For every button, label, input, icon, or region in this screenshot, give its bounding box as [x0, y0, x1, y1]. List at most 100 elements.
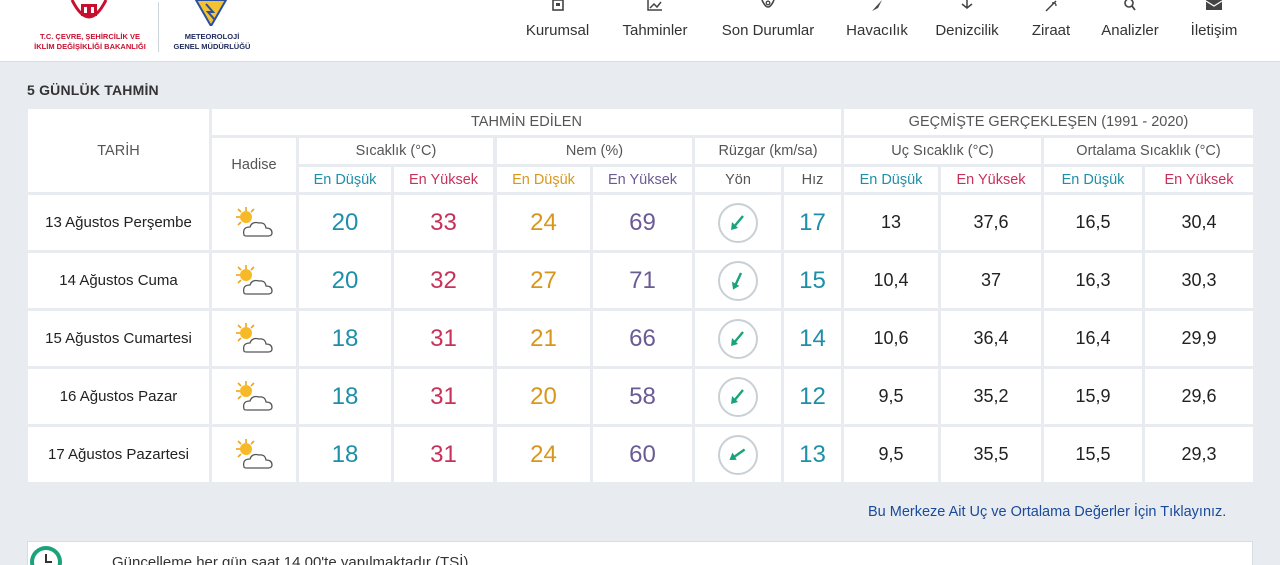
row-extreme-low: 9,5 — [844, 369, 938, 424]
logo-divider — [158, 2, 159, 52]
header-wind-direction: Yön — [695, 167, 781, 192]
row-temp-low: 20 — [299, 195, 391, 250]
row-wind-speed: 12 — [784, 369, 841, 424]
row-humidity-high: 66 — [593, 311, 692, 366]
wind-direction-icon — [718, 202, 758, 243]
forecast-title: 5 GÜNLÜK TAHMİN — [27, 82, 159, 98]
extremes-averages-link[interactable]: Bu Merkeze Ait Uç ve Ortalama Değerler İ… — [868, 504, 1226, 520]
row-avg-low: 15,5 — [1044, 427, 1142, 482]
row-date: 15 Ağustos Cumartesi — [28, 311, 209, 366]
nav-denizcilik[interactable]: Denizcilik — [933, 0, 1001, 60]
row-avg-low: 16,3 — [1044, 253, 1142, 308]
row-avg-low: 16,5 — [1044, 195, 1142, 250]
header-temp-high: En Yüksek — [394, 167, 493, 192]
nav-label: Kurumsal — [525, 22, 590, 39]
nav-label: İletişim — [1190, 22, 1238, 39]
header-avg-low: En Düşük — [1044, 167, 1142, 192]
row-extreme-low: 9,5 — [844, 427, 938, 482]
plane-icon — [872, 0, 882, 11]
nav-son-durumlar[interactable]: Son Durumlar — [716, 0, 820, 60]
ministry-emblem-icon — [70, 0, 108, 19]
nav-tahminler[interactable]: Tahminler — [615, 0, 695, 60]
partly-cloudy-icon — [236, 264, 273, 295]
wind-direction-icon — [718, 434, 758, 475]
ministry-logo[interactable]: T.C. ÇEVRE, ŞEHİRCİLİK VE İKLİM DEĞİŞİKL… — [28, 0, 152, 56]
wind-direction-icon — [718, 318, 758, 359]
magnifier-icon — [1124, 0, 1136, 11]
row-temp-high: 31 — [394, 427, 493, 482]
row-humidity-high: 71 — [593, 253, 692, 308]
header-date: TARİH — [28, 109, 209, 192]
header-extreme-temp: Uç Sıcaklık (°C) — [844, 138, 1041, 164]
row-humidity-high: 60 — [593, 427, 692, 482]
nav-iletisim[interactable]: İletişim — [1184, 0, 1244, 60]
row-temp-high: 33 — [394, 195, 493, 250]
chart-icon — [647, 0, 662, 11]
row-avg-high: 30,3 — [1145, 253, 1253, 308]
header-humidity: Nem (%) — [497, 138, 692, 164]
row-wind-direction — [695, 311, 781, 366]
row-extreme-high: 35,5 — [941, 427, 1041, 482]
row-extreme-low: 13 — [844, 195, 938, 250]
ministry-name-line1: T.C. ÇEVRE, ŞEHİRCİLİK VE — [39, 32, 141, 41]
nav-label: Son Durumlar — [721, 22, 815, 39]
wind-direction-icon — [718, 376, 758, 417]
row-temp-high: 31 — [394, 369, 493, 424]
clock-icon — [30, 546, 62, 565]
row-event — [212, 369, 296, 424]
row-wind-speed: 14 — [784, 311, 841, 366]
header-avg-high: En Yüksek — [1145, 167, 1253, 192]
header-extreme-low: En Düşük — [844, 167, 938, 192]
row-extreme-high: 37 — [941, 253, 1041, 308]
row-avg-high: 30,4 — [1145, 195, 1253, 250]
row-wind-direction — [695, 195, 781, 250]
nav-analizler[interactable]: Analizler — [1096, 0, 1164, 60]
ministry-name-line2: İKLİM DEĞİŞİKLİĞİ BAKANLIĞI — [34, 42, 146, 51]
nav-kurumsal[interactable]: Kurumsal — [520, 0, 595, 60]
mgm-emblem-icon — [194, 0, 228, 26]
header-temp-low: En Düşük — [299, 167, 391, 192]
nav-label: Tahminler — [622, 22, 688, 39]
header-wind: Rüzgar (km/sa) — [695, 138, 841, 164]
row-avg-high: 29,6 — [1145, 369, 1253, 424]
row-event — [212, 253, 296, 308]
row-humidity-low: 21 — [497, 311, 590, 366]
update-note: Güncelleme her gün saat 14.00'te yapılma… — [112, 554, 473, 565]
row-temp-high: 32 — [394, 253, 493, 308]
header-extreme-high: En Yüksek — [941, 167, 1041, 192]
row-humidity-low: 24 — [497, 195, 590, 250]
row-date: 17 Ağustos Pazartesi — [28, 427, 209, 482]
nav-label: Denizcilik — [935, 22, 999, 39]
row-extreme-low: 10,4 — [844, 253, 938, 308]
row-temp-low: 18 — [299, 311, 391, 366]
row-wind-direction — [695, 369, 781, 424]
nav-havacilik[interactable]: Havacılık — [842, 0, 912, 60]
header-historical: GEÇMİŞTE GERÇEKLEŞEN (1991 - 2020) — [844, 109, 1253, 135]
nav-ziraat[interactable]: Ziraat — [1027, 0, 1075, 60]
header-humidity-low: En Düşük — [497, 167, 590, 192]
building-icon — [551, 0, 564, 11]
row-wind-speed: 17 — [784, 195, 841, 250]
row-wind-direction — [695, 427, 781, 482]
row-humidity-low: 20 — [497, 369, 590, 424]
row-date: 14 Ağustos Cuma — [28, 253, 209, 308]
row-extreme-high: 37,6 — [941, 195, 1041, 250]
site-header: T.C. ÇEVRE, ŞEHİRCİLİK VE İKLİM DEĞİŞİKL… — [0, 0, 1280, 62]
row-temp-low: 18 — [299, 427, 391, 482]
partly-cloudy-icon — [236, 322, 273, 353]
mgm-logo[interactable]: METEOROLOJİ GENEL MÜDÜRLÜĞÜ — [168, 0, 256, 56]
row-extreme-high: 35,2 — [941, 369, 1041, 424]
header-event: Hadise — [212, 138, 296, 192]
mgm-name-line2: GENEL MÜDÜRLÜĞÜ — [173, 42, 251, 51]
row-event — [212, 427, 296, 482]
row-temp-high: 31 — [394, 311, 493, 366]
header-avg-temp: Ortalama Sıcaklık (°C) — [1044, 138, 1253, 164]
partly-cloudy-icon — [236, 380, 273, 411]
row-wind-speed: 13 — [784, 427, 841, 482]
plant-icon — [1045, 0, 1057, 12]
update-info-box: Güncelleme her gün saat 14.00'te yapılma… — [27, 541, 1253, 565]
row-avg-high: 29,3 — [1145, 427, 1253, 482]
row-temp-low: 20 — [299, 253, 391, 308]
partly-cloudy-icon — [236, 206, 273, 237]
row-wind-speed: 15 — [784, 253, 841, 308]
